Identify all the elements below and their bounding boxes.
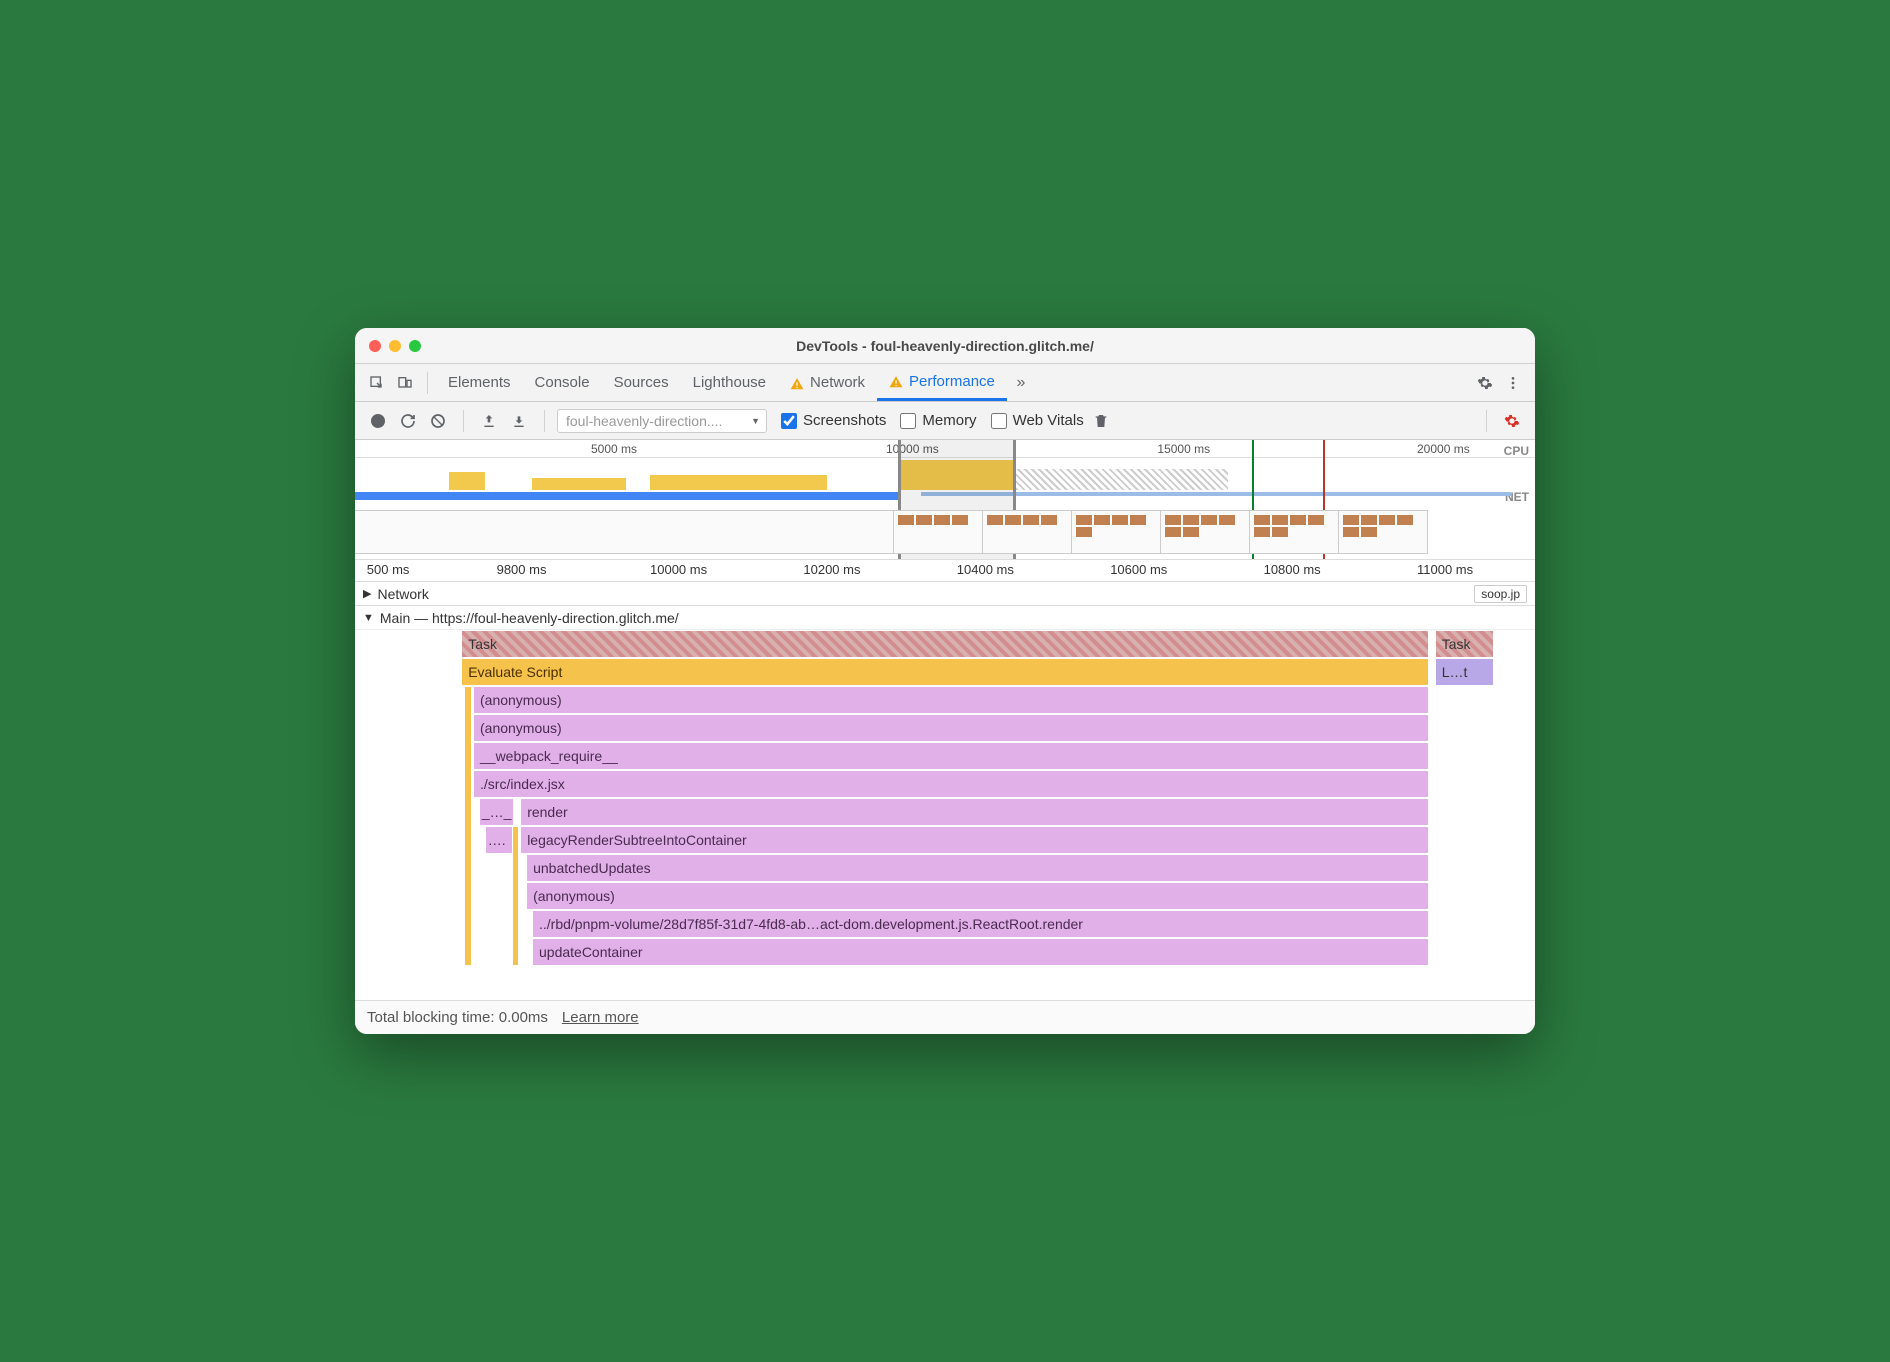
screenshot-thumb[interactable] [893, 510, 983, 554]
total-blocking-time: Total blocking time: 0.00ms [367, 1009, 548, 1026]
flame-frame[interactable]: ./src/index.jsx [473, 770, 1429, 798]
zoom-window-button[interactable] [409, 340, 421, 352]
footer-bar: Total blocking time: 0.00ms Learn more [355, 1000, 1535, 1034]
screenshot-thumb[interactable] [1160, 510, 1250, 554]
flame-script-sliver[interactable] [512, 826, 519, 966]
memory-checkbox[interactable]: Memory [900, 412, 976, 429]
flame-frame[interactable]: legacyRenderSubtreeIntoContainer [520, 826, 1429, 854]
clear-button[interactable] [425, 408, 451, 434]
filmstrip [355, 510, 1535, 554]
flame-task[interactable]: Task [1435, 630, 1494, 658]
traffic-lights [369, 340, 421, 352]
recording-selector[interactable]: foul-heavenly-direction.... [557, 409, 767, 433]
titlebar: DevTools - foul-heavenly-direction.glitc… [355, 328, 1535, 364]
overview-timeline[interactable]: 5000 ms 10000 ms 15000 ms 20000 ms CPU N… [355, 440, 1535, 560]
capture-settings-gear-icon[interactable] [1499, 408, 1525, 434]
separator [544, 410, 545, 432]
detail-ruler: 500 ms 9800 ms 10000 ms 10200 ms 10400 m… [355, 560, 1535, 582]
flame-script-sliver[interactable] [464, 686, 472, 966]
device-toolbar-icon[interactable] [391, 369, 419, 397]
download-icon[interactable] [506, 408, 532, 434]
flame-frame[interactable]: render [520, 798, 1429, 826]
flame-frame[interactable]: …. [485, 826, 515, 854]
tab-lighthouse[interactable]: Lighthouse [681, 364, 778, 401]
devtools-window: DevTools - foul-heavenly-direction.glitc… [355, 328, 1535, 1034]
flame-frame[interactable]: __webpack_require__ [473, 742, 1429, 770]
minimize-window-button[interactable] [389, 340, 401, 352]
flame-frame[interactable]: (anonymous) [473, 714, 1429, 742]
webvitals-checkbox[interactable]: Web Vitals [991, 412, 1084, 429]
flame-chart[interactable]: Task Task Evaluate Script L…t (anonymous… [355, 630, 1535, 1000]
settings-gear-icon[interactable] [1471, 369, 1499, 397]
screenshots-checkbox[interactable]: Screenshots [781, 412, 886, 429]
flame-task[interactable]: Task [461, 630, 1429, 658]
flame-frame[interactable]: (anonymous) [526, 882, 1429, 910]
warning-icon [790, 376, 804, 390]
trash-icon[interactable] [1088, 408, 1114, 434]
tab-sources[interactable]: Sources [602, 364, 681, 401]
main-section-header[interactable]: ▼ Main — https://foul-heavenly-direction… [355, 606, 1535, 630]
tab-console[interactable]: Console [523, 364, 602, 401]
separator [463, 410, 464, 432]
tab-performance[interactable]: Performance [877, 364, 1007, 401]
screenshot-thumb[interactable] [1338, 510, 1428, 554]
kebab-menu-icon[interactable] [1499, 369, 1527, 397]
flame-frame[interactable]: ../rbd/pnpm-volume/28d7f85f-31d7-4fd8-ab… [532, 910, 1429, 938]
screenshot-thumb[interactable] [982, 510, 1072, 554]
flame-frame[interactable]: (anonymous) [473, 686, 1429, 714]
flame-frame[interactable]: updateContainer [532, 938, 1429, 966]
record-button[interactable] [365, 408, 391, 434]
flame-layout[interactable]: L…t [1435, 658, 1494, 686]
expand-triangle-icon: ▼ [363, 612, 374, 624]
more-tabs-icon[interactable]: » [1007, 369, 1035, 397]
separator [1486, 410, 1487, 432]
collapse-triangle-icon: ▶ [363, 587, 371, 600]
flame-frame[interactable]: unbatchedUpdates [526, 854, 1429, 882]
window-title: DevTools - foul-heavenly-direction.glitc… [796, 338, 1094, 354]
panel-tabs: Elements Console Sources Lighthouse Netw… [355, 364, 1535, 402]
screenshot-thumb[interactable] [1249, 510, 1339, 554]
screenshot-thumb[interactable] [355, 510, 894, 554]
network-request-chip[interactable]: soop.jp [1474, 585, 1527, 603]
net-bar [355, 492, 898, 500]
learn-more-link[interactable]: Learn more [562, 1009, 639, 1026]
separator [427, 372, 428, 394]
upload-icon[interactable] [476, 408, 502, 434]
warning-icon [889, 374, 903, 388]
reload-record-button[interactable] [395, 408, 421, 434]
cpu-label: CPU [1504, 444, 1529, 458]
perf-toolbar: foul-heavenly-direction.... Screenshots … [355, 402, 1535, 440]
close-window-button[interactable] [369, 340, 381, 352]
network-section-header[interactable]: ▶ Network soop.jp [355, 582, 1535, 606]
flame-evaluate-script[interactable]: Evaluate Script [461, 658, 1429, 686]
tab-network[interactable]: Network [778, 364, 877, 401]
inspect-element-icon[interactable] [363, 369, 391, 397]
screenshot-thumb[interactable] [1071, 510, 1161, 554]
flame-frame[interactable]: _…_ [479, 798, 514, 826]
tab-elements[interactable]: Elements [436, 364, 523, 401]
